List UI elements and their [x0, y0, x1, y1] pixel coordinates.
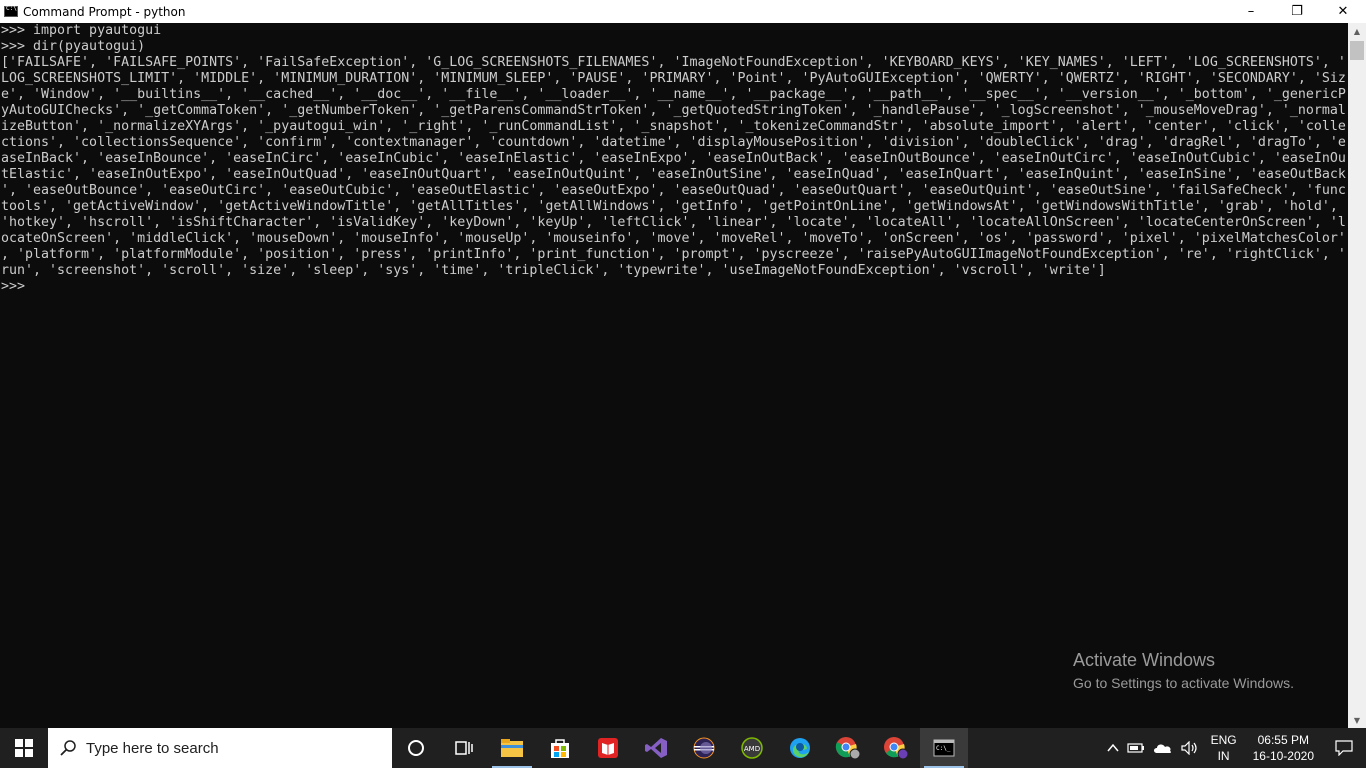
- watermark-title: Activate Windows: [1073, 650, 1216, 670]
- cortana-button[interactable]: [392, 728, 440, 768]
- chrome-icon: [835, 737, 861, 760]
- console-line: e', 'Window', '__builtins__', '__cached_…: [1, 87, 1346, 102]
- scroll-down-icon[interactable]: ▼: [1348, 712, 1366, 729]
- console-line: ocateOnScreen', 'middleClick', 'mouseDow…: [1, 231, 1346, 246]
- console-line: yAutoGUIChecks', '_getCommaToken', '_get…: [1, 103, 1346, 118]
- console-output[interactable]: >>> import pyautogui >>> dir(pyautogui) …: [0, 23, 1348, 729]
- restore-button[interactable]: ❐: [1274, 0, 1320, 23]
- action-center-button[interactable]: [1322, 728, 1366, 768]
- clock-button[interactable]: 06:55 PM 16-10-2020: [1245, 728, 1322, 768]
- search-placeholder: Type here to search: [86, 739, 219, 757]
- amd-icon: AMD: [741, 737, 763, 759]
- taskbar-edge[interactable]: [776, 728, 824, 768]
- console-line: izeButton', '_normalizeXYArgs', '_pyauto…: [1, 119, 1346, 134]
- watermark-subtitle: Go to Settings to activate Windows.: [1073, 675, 1294, 691]
- taskbar-command-prompt[interactable]: C:\_: [920, 728, 968, 768]
- system-tray: ENG IN 06:55 PM 16-10-2020: [1103, 728, 1366, 768]
- console-line: run', 'screenshot', 'scroll', 'size', 's…: [1, 263, 1106, 278]
- language-code: ENG: [1210, 733, 1237, 747]
- scroll-up-icon[interactable]: ▲: [1348, 23, 1366, 40]
- close-button[interactable]: ✕: [1320, 0, 1366, 23]
- console-line: >>> import pyautogui: [1, 23, 162, 38]
- minimize-button[interactable]: –: [1228, 0, 1274, 23]
- search-icon: [60, 740, 76, 756]
- eclipse-icon: [693, 737, 715, 759]
- taskbar-chrome-1[interactable]: [824, 728, 872, 768]
- vertical-scrollbar[interactable]: ▲ ▼: [1348, 23, 1366, 729]
- chevron-up-icon: [1107, 743, 1119, 752]
- console-line: , 'platform', 'platformModule', 'positio…: [1, 247, 1346, 262]
- activate-windows-watermark: Activate Windows Go to Settings to activ…: [1073, 650, 1294, 691]
- taskbar-store[interactable]: [536, 728, 584, 768]
- console-line: ctions', 'collectionsSequence', 'confirm…: [1, 135, 1346, 150]
- console-line: tools', 'getActiveWindow', 'getActiveWin…: [1, 199, 1338, 214]
- taskbar-file-explorer[interactable]: [488, 728, 536, 768]
- taskbar-visual-studio[interactable]: [632, 728, 680, 768]
- scroll-thumb[interactable]: [1350, 41, 1364, 60]
- taskbar-reader-app[interactable]: [584, 728, 632, 768]
- start-button[interactable]: [0, 728, 48, 768]
- title-bar[interactable]: Command Prompt - python – ❐ ✕: [0, 0, 1366, 23]
- cortana-circle-icon: [408, 740, 424, 756]
- svg-text:C:\_: C:\_: [936, 745, 951, 752]
- taskbar-eclipse[interactable]: [680, 728, 728, 768]
- task-view-icon: [455, 741, 473, 755]
- console-line: 'hotkey', 'hscroll', 'isShiftCharacter',…: [1, 215, 1346, 230]
- console-line: LOG_SCREENSHOTS_LIMIT', 'MIDDLE', 'MINIM…: [1, 71, 1346, 86]
- taskbar: Type here to search AMD C:\_ ENG IN 06:5…: [0, 728, 1366, 768]
- console-line: aseInBack', 'easeInBounce', 'easeInCirc'…: [1, 151, 1346, 166]
- onedrive-button[interactable]: [1149, 728, 1177, 768]
- window-title: Command Prompt - python: [23, 4, 186, 19]
- visual-studio-icon: [645, 738, 667, 758]
- cloud-icon: [1153, 744, 1171, 753]
- file-explorer-icon: [501, 739, 523, 757]
- svg-text:AMD: AMD: [744, 745, 760, 753]
- windows-logo-icon: [15, 739, 33, 757]
- clock-time: 06:55 PM: [1257, 733, 1309, 747]
- edge-browser-icon: [790, 738, 810, 758]
- region-code: IN: [1217, 749, 1230, 763]
- console-line: ['FAILSAFE', 'FAILSAFE_POINTS', 'FailSaf…: [1, 55, 1346, 70]
- taskbar-chrome-2[interactable]: [872, 728, 920, 768]
- volume-button[interactable]: [1177, 728, 1203, 768]
- console-line: ', 'easeOutBounce', 'easeOutCirc', 'ease…: [1, 183, 1346, 198]
- console-line: tElastic', 'easeInOutExpo', 'easeInOutQu…: [1, 167, 1346, 182]
- taskbar-amd-software[interactable]: AMD: [728, 728, 776, 768]
- book-app-icon: [598, 738, 618, 758]
- command-prompt-taskbar-icon: C:\_: [933, 739, 955, 757]
- show-hidden-icons-button[interactable]: [1103, 728, 1123, 768]
- command-prompt-icon: [4, 5, 18, 17]
- window-controls: – ❐ ✕: [1228, 0, 1366, 23]
- console-line: >>>: [1, 279, 26, 294]
- notification-icon: [1335, 740, 1353, 756]
- store-bag-icon: [551, 739, 569, 758]
- battery-icon: [1126, 743, 1144, 753]
- input-language-button[interactable]: ENG IN: [1203, 728, 1245, 768]
- task-view-button[interactable]: [440, 728, 488, 768]
- taskbar-search-box[interactable]: Type here to search: [48, 728, 392, 768]
- chrome-profile-icon: [884, 737, 909, 760]
- console-line: >>> dir(pyautogui): [1, 39, 146, 54]
- clock-date: 16-10-2020: [1252, 749, 1314, 763]
- battery-button[interactable]: [1123, 728, 1149, 768]
- speaker-icon: [1180, 741, 1197, 755]
